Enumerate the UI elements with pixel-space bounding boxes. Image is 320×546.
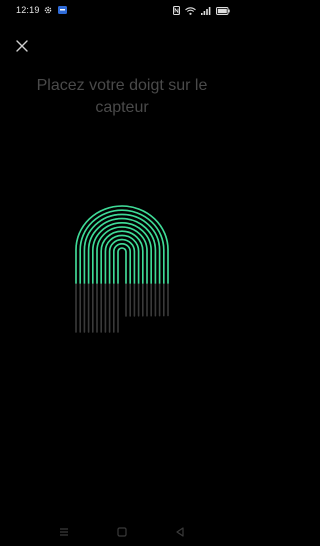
fingerprint-ridge	[100, 230, 144, 284]
fingerprint-icon	[75, 205, 169, 333]
status-time: 12:19	[16, 5, 40, 15]
fingerprint-ridge	[117, 247, 127, 333]
fingerprint-ridge	[83, 213, 161, 333]
menu-button[interactable]	[56, 524, 72, 540]
close-icon	[12, 36, 32, 56]
home-icon	[114, 524, 130, 540]
fingerprint-ridge	[83, 213, 161, 284]
fingerprint-ridge	[113, 243, 131, 284]
battery-icon	[216, 6, 230, 15]
close-button[interactable]	[12, 36, 32, 56]
status-right-icons	[173, 6, 230, 15]
back-button[interactable]	[172, 524, 188, 540]
fingerprint-ridge	[117, 247, 127, 284]
home-button[interactable]	[114, 524, 130, 540]
fingerprint-ridge	[96, 226, 148, 333]
page-title: Placez votre doigt sur le capteur	[36, 77, 208, 116]
fingerprint-ridge	[96, 226, 148, 284]
wifi-icon	[185, 6, 196, 15]
fingerprint-ridge	[113, 243, 131, 333]
nav-bar	[0, 518, 244, 546]
status-bar: 12:19	[0, 0, 244, 22]
fingerprint-ridge	[100, 230, 144, 333]
menu-icon	[56, 524, 72, 540]
fingerprint-sensor[interactable]	[72, 202, 172, 338]
back-icon	[172, 524, 188, 540]
gear-icon	[44, 6, 52, 14]
nfc-icon	[173, 6, 180, 15]
app-notification-icon	[58, 6, 67, 14]
signal-icon	[201, 6, 211, 15]
status-left-icons	[44, 6, 67, 14]
